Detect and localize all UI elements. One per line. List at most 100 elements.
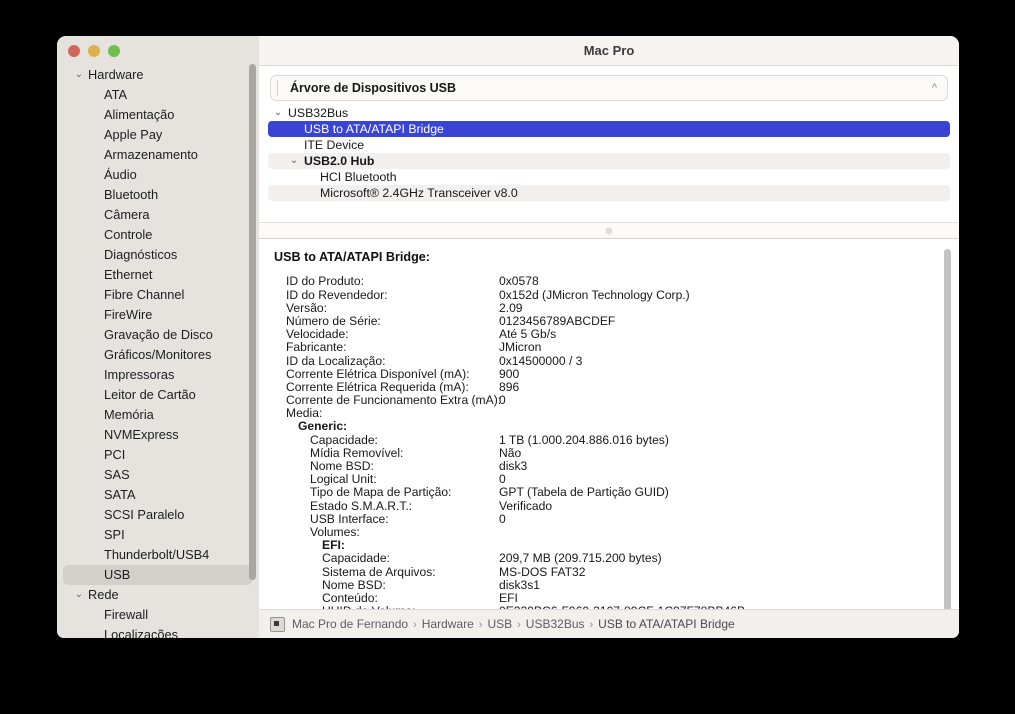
sidebar-item-c-mera[interactable]: Câmera <box>57 205 259 225</box>
sidebar-item-label: SCSI Paralelo <box>104 507 185 522</box>
sidebar-item-label: USB <box>104 567 131 582</box>
sidebar-group-rede[interactable]: ⌄ Rede <box>57 585 259 605</box>
tree-row[interactable]: HCI Bluetooth <box>268 169 950 185</box>
detail-rows: ID do Produto: 0x0578 ID do Revendedor: 0x1… <box>274 275 935 609</box>
detail-key: Generic: <box>298 419 348 434</box>
sidebar-item-alimenta-o[interactable]: Alimentação <box>57 105 259 125</box>
detail-key: UUID do Volume: <box>274 604 415 609</box>
sidebar-item-usb[interactable]: USB <box>63 565 252 585</box>
device-detail-pane: USB to ATA/ATAPI Bridge: ID do Produto: 0… <box>259 239 959 609</box>
sidebar-item-ata[interactable]: ATA <box>57 85 259 105</box>
tree-row[interactable]: USB to ATA/ATAPI Bridge <box>268 121 950 138</box>
minimize-button[interactable] <box>88 44 100 57</box>
sidebar-item-nvmexpress[interactable]: NVMExpress <box>57 425 259 445</box>
mac-pro-icon <box>270 616 285 632</box>
detail-row: Velocidade: Até 5 Gb/s <box>274 327 935 341</box>
chevron-up-icon[interactable]: ^ <box>932 82 941 94</box>
usb-device-tree[interactable]: ⌄ USB32Bus USB to ATA/ATAPI Bridge ITE Devi… <box>259 105 959 223</box>
title-bar: Mac Pro <box>259 36 959 66</box>
sidebar-item-apple-pay[interactable]: Apple Pay <box>57 125 259 145</box>
sidebar-item-label: Fibre Channel <box>104 287 185 302</box>
breadcrumb-item[interactable]: Hardware <box>422 617 474 631</box>
sidebar-item-diagn-sticos[interactable]: Diagnósticos <box>57 245 259 265</box>
sidebar-item-label: Thunderbolt/USB4 <box>104 547 210 562</box>
detail-value: 0x0578 <box>499 274 539 289</box>
detail-key: Estado S.M.A.R.T.: <box>310 498 413 513</box>
chevron-down-icon[interactable]: ⌄ <box>73 65 85 85</box>
detail-key: Capacidade: <box>322 551 390 566</box>
detail-key: Fabricante: <box>286 340 347 355</box>
detail-row: Volumes: <box>274 525 935 539</box>
breadcrumb-item[interactable]: USB32Bus <box>526 617 585 631</box>
tree-row[interactable]: Microsoft® 2.4GHz Transceiver v8.0 <box>268 185 950 202</box>
sidebar-item-label: SAS <box>104 467 130 482</box>
sidebar-item-label: Localizações <box>104 627 178 638</box>
detail-key: USB Interface: <box>310 511 389 526</box>
detail-key: ID do Revendedor: <box>286 287 388 302</box>
sidebar-item-bluetooth[interactable]: Bluetooth <box>57 185 259 205</box>
sidebar-item-label: Diagnósticos <box>104 247 178 262</box>
sidebar-item-scsi-paralelo[interactable]: SCSI Paralelo <box>57 505 259 525</box>
pane-splitter[interactable] <box>259 222 959 240</box>
detail-key: ID da Localização: <box>286 353 386 368</box>
sidebar-item-impressoras[interactable]: Impressoras <box>57 365 259 385</box>
sidebar-item-label: SPI <box>104 527 125 542</box>
sidebar-item-grava-o-de-disco[interactable]: Gravação de Disco <box>57 325 259 345</box>
tree-row[interactable]: ⌄ USB2.0 Hub <box>268 153 950 170</box>
detail-value: 1 TB (1.000.204.886.016 bytes) <box>499 432 669 447</box>
sidebar-item-spi[interactable]: SPI <box>57 525 259 545</box>
detail-row: ID do Produto: 0x0578 <box>274 275 935 288</box>
chevron-down-icon[interactable]: ⌄ <box>73 585 85 605</box>
page-title: Mac Pro <box>583 43 635 58</box>
breadcrumb-items[interactable]: Mac Pro de Fernando › Hardware › USB › USB32Bu… <box>292 615 735 633</box>
sidebar-scrollbar[interactable] <box>249 64 256 580</box>
sidebar-item-localiza-es[interactable]: Localizações <box>57 625 259 638</box>
zoom-button[interactable] <box>108 44 120 57</box>
sidebar-group-hardware[interactable]: ⌄ Hardware <box>57 65 259 85</box>
sidebar-item-firewire[interactable]: FireWire <box>57 305 259 325</box>
detail-row: Número de Série: 0123456789ABCDEF <box>274 314 935 328</box>
detail-row: UUID do Volume: 0E239BC6-F960-3107-89CF-1… <box>274 604 935 609</box>
sidebar-item-sas[interactable]: SAS <box>57 465 259 485</box>
sidebar-item-sata[interactable]: SATA <box>57 485 259 505</box>
tree-row[interactable]: ⌄ USB32Bus <box>268 105 950 121</box>
detail-row: Corrente Elétrica Disponível (mA): 900 <box>274 367 935 381</box>
content-area: Mac Pro Árvore de Dispositivos USB ^ ⌄ US… <box>259 36 959 638</box>
usb-device-tree-header[interactable]: Árvore de Dispositivos USB ^ <box>270 75 948 102</box>
sidebar-list[interactable]: ⌄ Hardware ATA Alimentação Apple Pay Armazena… <box>57 65 259 638</box>
sidebar-item-label: Impressoras <box>104 367 175 382</box>
sidebar-item-armazenamento[interactable]: Armazenamento <box>57 145 259 165</box>
sidebar-item-leitor-de-cart-o[interactable]: Leitor de Cartão <box>57 385 259 405</box>
sidebar-group-label: Rede <box>88 587 119 602</box>
chevron-down-icon[interactable]: ⌄ <box>288 153 300 169</box>
detail-scrollbar[interactable] <box>944 249 951 609</box>
sidebar-item-ethernet[interactable]: Ethernet <box>57 265 259 285</box>
sidebar-item-gr-ficos-monitores[interactable]: Gráficos/Monitores <box>57 345 259 365</box>
sidebar-item-label: NVMExpress <box>104 427 179 442</box>
sidebar-item-mem-ria[interactable]: Memória <box>57 405 259 425</box>
detail-key: Versão: <box>286 300 328 315</box>
close-button[interactable] <box>68 44 80 57</box>
detail-row: Fabricante: JMicron <box>274 341 935 354</box>
sidebar-item-label: Câmera <box>104 207 150 222</box>
detail-key: Capacidade: <box>310 432 378 447</box>
sidebar-item-firewall[interactable]: Firewall <box>57 605 259 625</box>
sidebar-item-pci[interactable]: PCI <box>57 445 259 465</box>
detail-value: 2.09 <box>499 300 523 315</box>
breadcrumb-item[interactable]: Mac Pro de Fernando <box>292 617 408 631</box>
breadcrumb-item[interactable]: USB to ATA/ATAPI Bridge <box>598 617 735 631</box>
detail-value: 0x152d (JMicron Technology Corp.) <box>499 287 690 302</box>
splitter-handle[interactable] <box>605 227 613 235</box>
sidebar-item-controle[interactable]: Controle <box>57 225 259 245</box>
breadcrumb-item[interactable]: USB <box>487 617 512 631</box>
detail-title: USB to ATA/ATAPI Bridge: <box>274 250 431 265</box>
sidebar-item-thunderbolt-usb4[interactable]: Thunderbolt/USB4 <box>57 545 259 565</box>
tree-row[interactable]: ITE Device <box>268 137 950 153</box>
sidebar-item-label: Firewall <box>104 607 149 622</box>
detail-row: USB Interface: 0 <box>274 511 935 526</box>
detail-value: 0E239BC6-F960-3107-89CF-1C97F78BB46B <box>499 604 745 609</box>
chevron-down-icon[interactable]: ⌄ <box>272 105 284 121</box>
sidebar-item-fibre-channel[interactable]: Fibre Channel <box>57 285 259 305</box>
breadcrumb: Mac Pro de Fernando › Hardware › USB › USB32Bu… <box>259 609 959 638</box>
sidebar-item-udio[interactable]: Áudio <box>57 165 259 185</box>
